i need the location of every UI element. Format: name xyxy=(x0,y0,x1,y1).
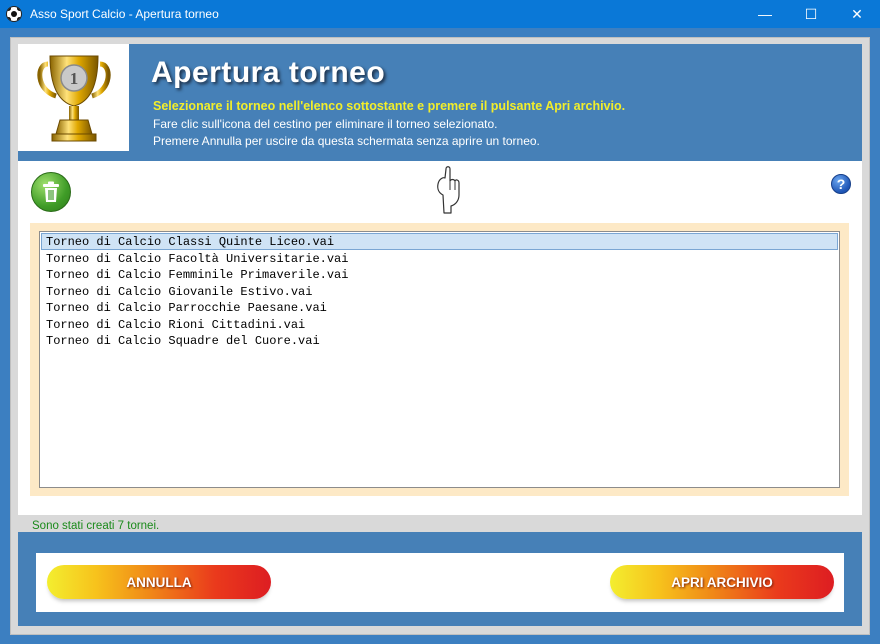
status-message: Sono stati creati 7 tornei. xyxy=(32,520,160,532)
window-body: 1 Apertura torneo Selezionare il torneo … xyxy=(0,28,880,644)
list-item[interactable]: Torneo di Calcio Squadre del Cuore.vai xyxy=(41,332,838,349)
open-archive-button[interactable]: APRI ARCHIVIO xyxy=(610,565,834,599)
help-button[interactable]: ? xyxy=(831,174,851,194)
cancel-button[interactable]: ANNULLA xyxy=(47,565,271,599)
minimize-button[interactable]: — xyxy=(742,0,788,28)
page-title: Apertura torneo xyxy=(151,56,386,89)
header-banner: 1 Apertura torneo Selezionare il torneo … xyxy=(18,44,862,161)
window-controls: — ☐ ✕ xyxy=(742,0,880,28)
trophy-icon: 1 xyxy=(36,55,111,141)
title-bar: Asso Sport Calcio - Apertura torneo — ☐ … xyxy=(0,0,880,28)
main-panel: 1 Apertura torneo Selezionare il torneo … xyxy=(10,37,870,635)
list-item[interactable]: Torneo di Calcio Rioni Cittadini.vai xyxy=(41,316,838,333)
soccer-ball-icon xyxy=(6,6,22,22)
instruction-delete: Fare clic sull'icona del cestino per eli… xyxy=(153,117,498,131)
list-item[interactable]: Torneo di Calcio Classi Quinte Liceo.vai xyxy=(41,233,838,250)
maximize-button[interactable]: ☐ xyxy=(788,0,834,28)
footer-bar: ANNULLA APRI ARCHIVIO xyxy=(18,532,862,626)
list-item[interactable]: Torneo di Calcio Giovanile Estivo.vai xyxy=(41,283,838,300)
list-item[interactable]: Torneo di Calcio Femminile Primaverile.v… xyxy=(41,266,838,283)
trophy-logo: 1 xyxy=(18,44,129,151)
content-area: ? Torneo di Calcio Classi Quinte Liceo.v… xyxy=(18,161,862,515)
list-item[interactable]: Torneo di Calcio Parrocchie Paesane.vai xyxy=(41,299,838,316)
tournament-list[interactable]: Torneo di Calcio Classi Quinte Liceo.vai… xyxy=(39,231,840,488)
footer-button-area: ANNULLA APRI ARCHIVIO xyxy=(36,553,844,612)
delete-tournament-button[interactable] xyxy=(31,172,71,212)
list-item[interactable]: Torneo di Calcio Facoltà Universitarie.v… xyxy=(41,250,838,267)
window-title: Asso Sport Calcio - Apertura torneo xyxy=(30,7,219,21)
pointing-hand-icon xyxy=(437,166,460,214)
tournament-list-frame: Torneo di Calcio Classi Quinte Liceo.vai… xyxy=(30,223,849,496)
trophy-numeral: 1 xyxy=(69,69,78,88)
instruction-cancel: Premere Annulla per uscire da questa sch… xyxy=(153,134,540,148)
close-button[interactable]: ✕ xyxy=(834,0,880,28)
trash-icon xyxy=(43,181,59,202)
instruction-primary: Selezionare il torneo nell'elenco sottos… xyxy=(153,99,626,113)
